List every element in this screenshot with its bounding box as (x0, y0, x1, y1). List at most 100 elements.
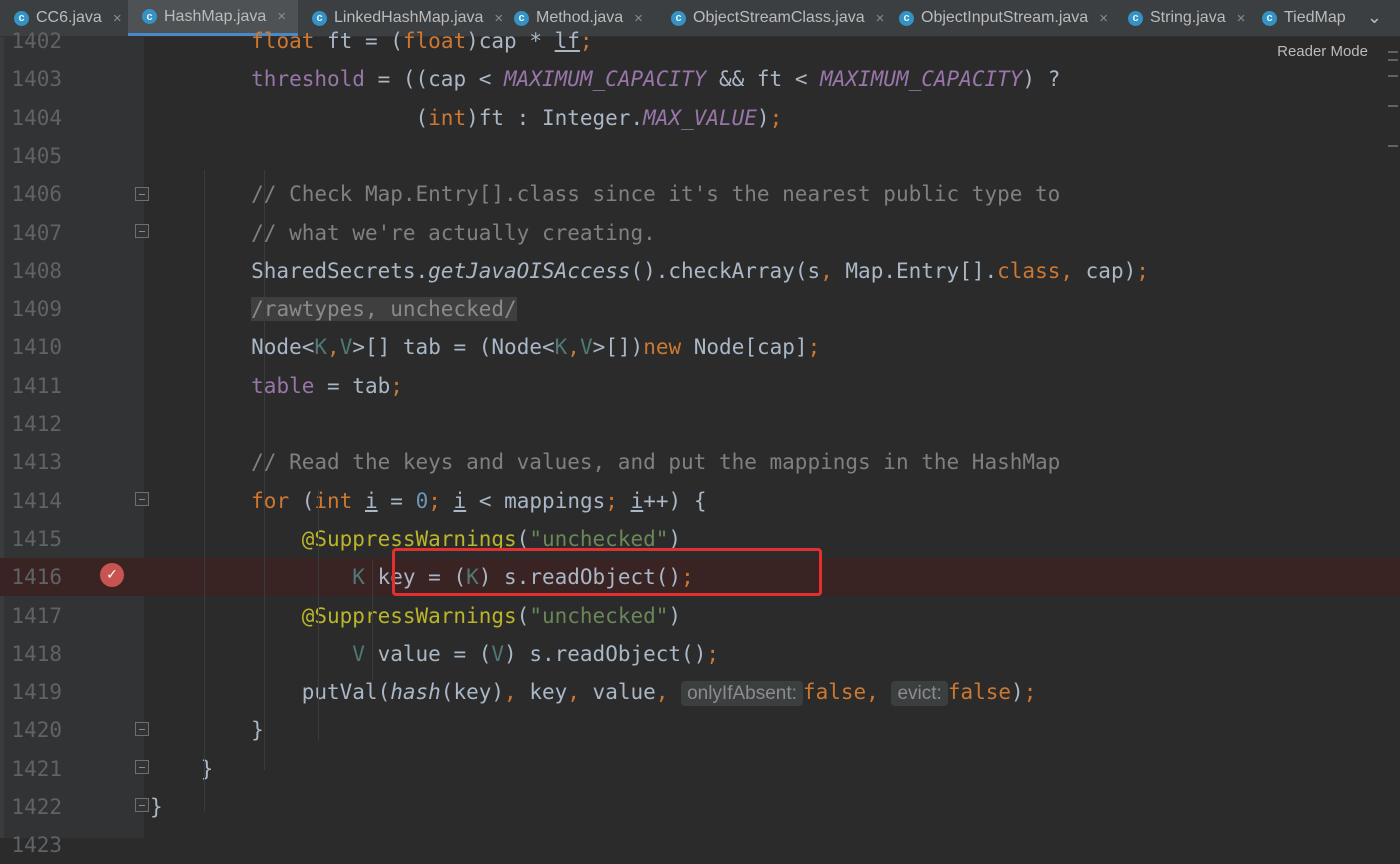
code-token: int (428, 105, 467, 130)
scrollbar-markers[interactable] (1386, 37, 1400, 838)
line-number: 1415 (11, 526, 62, 551)
line-number: 1412 (11, 412, 62, 436)
line-number: 1423 (11, 833, 62, 858)
code-token: V (339, 335, 353, 360)
code-token: ; (1136, 258, 1149, 283)
code-line[interactable]: 1423 (0, 826, 1400, 864)
code-token: ) ? (1022, 67, 1061, 92)
code-line[interactable]: 1414 for (int i = 0; i < mappings; i++) … (0, 482, 1400, 520)
line-number: 1404 (11, 105, 62, 130)
code-token: value (579, 680, 656, 705)
code-line[interactable]: 1409 /rawtypes, unchecked/ (0, 290, 1400, 328)
code-token: , (1060, 258, 1074, 283)
indent-guide (318, 490, 319, 740)
fold-toggle-icon[interactable] (135, 722, 149, 736)
code-token: ; (579, 29, 593, 53)
fold-toggle-icon[interactable] (135, 798, 149, 812)
code-line[interactable]: 1405 (0, 137, 1400, 175)
code-line[interactable]: 1408 SharedSecrets.getJavaOISAccess().ch… (0, 252, 1400, 290)
code-token: false (947, 680, 1012, 705)
line-number: 1405 (11, 143, 62, 168)
code-line[interactable]: 1412 (0, 405, 1400, 443)
code-text: // Read the keys and values, and put the… (150, 443, 1060, 481)
code-line[interactable]: 1417 @SuppressWarnings("unchecked") (0, 597, 1400, 635)
code-token: new (643, 335, 682, 360)
code-token: hash (390, 680, 441, 705)
code-token: MAXIMUM_CAPACITY (504, 67, 707, 92)
code-text: /rawtypes, unchecked/ (150, 290, 517, 328)
code-token: ++) { (643, 488, 707, 513)
code-token: >[]) (592, 335, 644, 360)
code-token: = tab (314, 373, 391, 398)
fold-toggle-icon[interactable] (135, 224, 149, 238)
highlight-annotation-box (392, 548, 822, 596)
code-token: table (251, 373, 315, 398)
parameter-hint: evict: (891, 681, 948, 707)
code-line[interactable]: 1402 float ft = (float)cap * lf; (0, 22, 1400, 60)
code-token: float (251, 29, 315, 53)
line-number: 1402 (11, 29, 62, 53)
code-token: ; (807, 335, 821, 360)
code-token: ( (150, 105, 429, 130)
code-token: && ft < (706, 67, 821, 92)
code-token: ().checkArray(s (630, 258, 821, 283)
code-token: ( (289, 488, 315, 513)
code-text: Node<K,V>[] tab = (Node<K,V>[])new Node[… (150, 328, 820, 366)
code-token: (key) (440, 680, 505, 705)
code-line[interactable]: 1422} (0, 788, 1400, 826)
code-token: /rawtypes, unchecked/ (251, 297, 517, 322)
code-text: } (150, 711, 264, 749)
code-token: V (352, 641, 365, 666)
line-number: 1416 (11, 565, 62, 590)
code-token: // Read the keys and values, and put the… (251, 450, 1061, 475)
code-token: 0 (415, 488, 429, 513)
fold-toggle-icon[interactable] (135, 187, 149, 201)
code-line[interactable]: 1411 table = tab; (0, 367, 1400, 405)
code-token: ; (428, 488, 441, 513)
fold-toggle-icon[interactable] (135, 760, 149, 774)
reader-mode-button[interactable]: Reader Mode (1277, 43, 1368, 60)
code-token: , (655, 680, 669, 705)
indent-guide (264, 170, 265, 770)
code-token: , (567, 335, 580, 360)
code-token: ft = ( (314, 29, 403, 53)
code-line[interactable]: 1419 putVal(hash(key), key, value, onlyI… (0, 673, 1400, 711)
code-line[interactable]: 1406 // Check Map.Entry[].class since it… (0, 175, 1400, 213)
code-line[interactable]: 1403 threshold = ((cap < MAXIMUM_CAPACIT… (0, 60, 1400, 98)
code-token: )cap * (466, 29, 555, 53)
line-number: 1420 (11, 718, 62, 743)
code-token: putVal( (150, 680, 391, 705)
code-token: float (402, 29, 467, 53)
code-token: false (802, 680, 867, 705)
code-token: lf (554, 29, 580, 53)
code-text: @SuppressWarnings("unchecked") (150, 597, 681, 635)
code-line[interactable]: 1418 V value = (V) s.readObject(); (0, 635, 1400, 673)
code-token: ; (769, 105, 783, 130)
code-token: ; (1023, 680, 1037, 705)
code-line[interactable]: 1420 } (0, 711, 1400, 749)
code-text: // Check Map.Entry[].class since it's th… (150, 175, 1060, 213)
line-number: 1411 (11, 373, 62, 398)
code-token: } (150, 795, 163, 819)
code-line[interactable]: 1404 (int)ft : Integer.MAX_VALUE); (0, 99, 1400, 137)
code-text: putVal(hash(key), key, value, onlyIfAbse… (150, 673, 1036, 713)
code-line[interactable]: 1410 Node<K,V>[] tab = (Node<K,V>[])new … (0, 328, 1400, 366)
code-token: K (554, 335, 568, 360)
fold-toggle-icon[interactable] (135, 492, 149, 506)
code-token: ; (706, 641, 719, 666)
code-line[interactable]: 1421 } (0, 750, 1400, 788)
line-number: 1422 (11, 795, 62, 819)
code-line[interactable]: 1407 // what we're actually creating. (0, 214, 1400, 252)
breakpoint-icon[interactable]: ✓ (100, 563, 124, 587)
code-text: } (150, 788, 163, 826)
code-line[interactable]: 1413 // Read the keys and values, and pu… (0, 443, 1400, 481)
code-token: getJavaOISAccess (428, 258, 631, 283)
